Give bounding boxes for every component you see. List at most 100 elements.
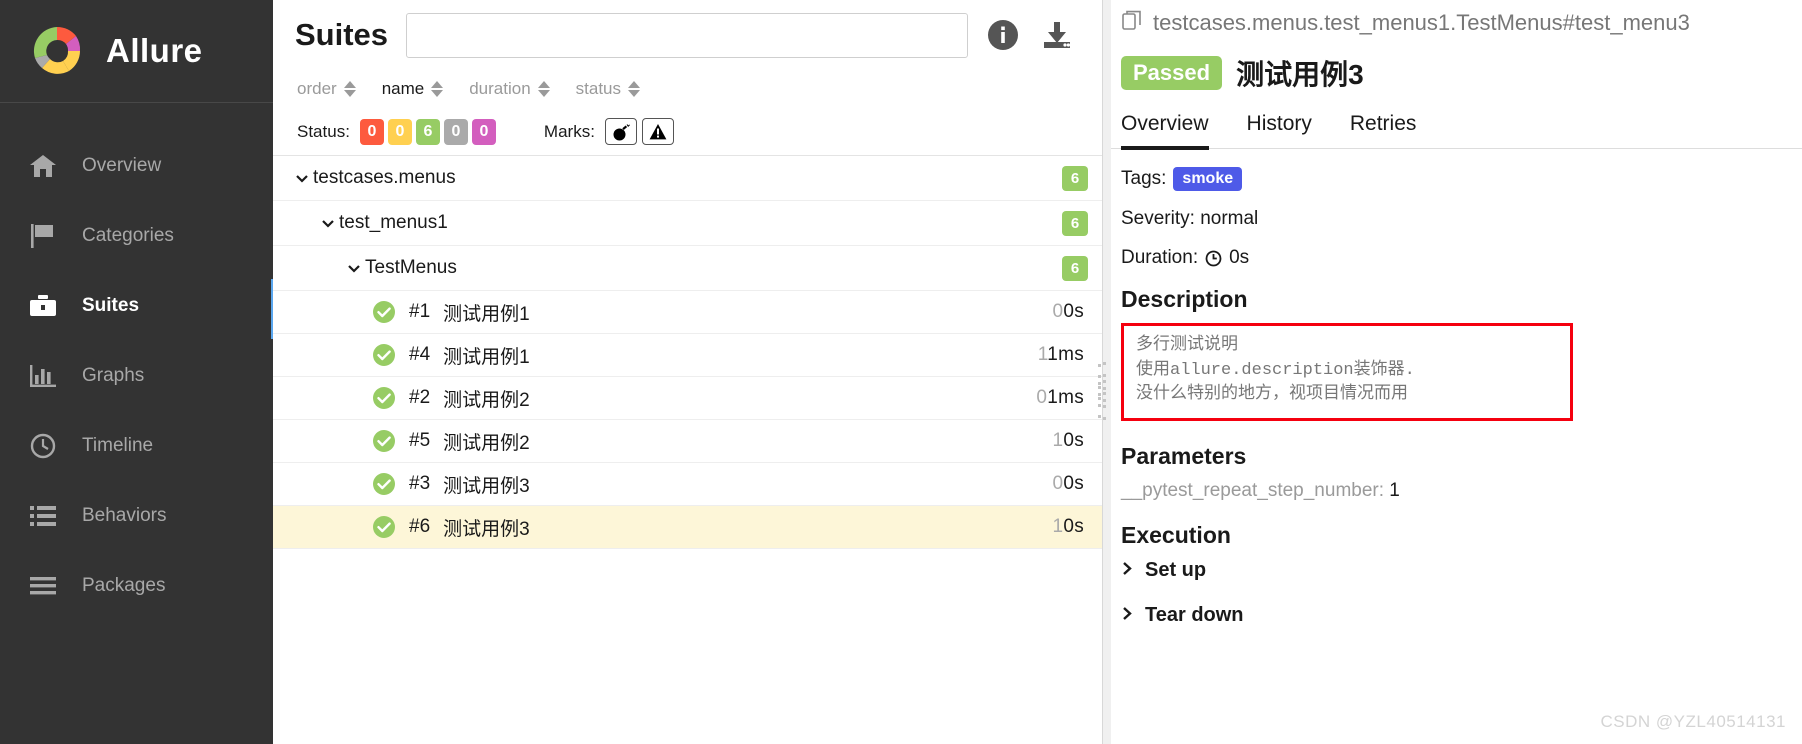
table-row[interactable]: #3 测试用例3 00s xyxy=(273,463,1102,506)
tag-smoke[interactable]: smoke xyxy=(1173,167,1243,191)
warning-triangle-icon[interactable] xyxy=(641,118,674,145)
sort-order[interactable]: order xyxy=(297,79,356,99)
case-name: 测试用例1 xyxy=(443,303,530,325)
tree-group-count: 6 xyxy=(1062,255,1088,281)
flaky-bomb-icon[interactable] xyxy=(604,118,637,145)
execution-item-teardown[interactable]: Tear down xyxy=(1121,604,1784,627)
case-duration: 11ms xyxy=(1037,344,1084,365)
case-number: #1 xyxy=(409,301,431,322)
page-title: Suites xyxy=(295,17,389,52)
table-row[interactable]: #5 测试用例2 10s xyxy=(273,420,1102,463)
detail-tabs: Overview History Retries xyxy=(1103,112,1802,150)
sidebar-item-label: Suites xyxy=(82,295,140,316)
sidebar: Allure Overview Categories Suites Graphs… xyxy=(0,0,277,744)
flag-icon xyxy=(28,221,58,251)
tags-row: Tags: smoke xyxy=(1121,167,1784,191)
status-badge-skipped[interactable]: 0 xyxy=(443,118,468,145)
status-badge-passed[interactable]: 6 xyxy=(415,118,440,145)
tree-group-testcases-menus[interactable]: testcases.menus 6 xyxy=(273,156,1102,201)
case-name: 测试用例3 xyxy=(443,518,530,540)
clock-icon xyxy=(28,431,58,461)
duration-label: Duration: xyxy=(1121,247,1199,268)
sidebar-item-timeline[interactable]: Timeline xyxy=(0,411,273,481)
table-row[interactable]: #6 测试用例3 10s xyxy=(273,506,1102,549)
sidebar-item-behaviors[interactable]: Behaviors xyxy=(0,481,273,551)
sidebar-item-suites[interactable]: Suites xyxy=(0,271,277,341)
test-detail-panel: testcases.menus.test_menus1.TestMenus#te… xyxy=(1103,0,1802,744)
parameter-value: 1 xyxy=(1389,479,1400,501)
sidebar-item-label: Timeline xyxy=(82,435,154,456)
detail-resize-handle[interactable] xyxy=(1103,350,1111,394)
chevron-down-icon xyxy=(291,171,313,185)
sidebar-item-overview[interactable]: Overview xyxy=(0,131,273,201)
list-icon xyxy=(28,501,58,531)
table-row[interactable]: #1 测试用例1 00s xyxy=(273,291,1102,334)
watermark: CSDN @YZL40514131 xyxy=(1600,712,1786,731)
table-row[interactable]: #2 测试用例2 01ms xyxy=(273,377,1102,420)
search-input[interactable] xyxy=(406,12,968,58)
tab-overview[interactable]: Overview xyxy=(1121,112,1209,150)
detail-body: Tags: smoke Severity: normal Duration: 0… xyxy=(1103,149,1802,649)
stack-icon xyxy=(28,571,58,601)
description-line: 没什么特别的地方，视项目情况而用 xyxy=(1136,385,1408,405)
test-title-row: Passed 测试用例3 xyxy=(1103,46,1802,100)
case-duration: 00s xyxy=(1052,301,1084,322)
tree-group-testmenus[interactable]: TestMenus 6 xyxy=(273,246,1102,291)
download-icon[interactable] xyxy=(1040,18,1074,52)
sort-status[interactable]: status xyxy=(575,79,641,99)
tree-group-test-menus1[interactable]: test_menus1 6 xyxy=(273,201,1102,246)
allure-report-app: Allure Overview Categories Suites Graphs… xyxy=(0,0,1802,744)
parameters-heading: Parameters xyxy=(1121,442,1247,469)
tab-retries[interactable]: Retries xyxy=(1350,112,1417,150)
sidebar-item-graphs[interactable]: Graphs xyxy=(0,341,273,411)
chevron-down-icon xyxy=(343,261,365,275)
table-row[interactable]: #4 测试用例1 11ms xyxy=(273,334,1102,377)
tree-group-label: test_menus1 xyxy=(339,212,448,233)
sidebar-item-packages[interactable]: Packages xyxy=(0,551,273,621)
home-icon xyxy=(28,151,58,181)
tab-history[interactable]: History xyxy=(1247,112,1312,150)
sort-label: duration xyxy=(469,79,531,98)
parameter-row: __pytest_repeat_step_number: 1 xyxy=(1121,480,1784,502)
test-full-path: testcases.menus.test_menus1.TestMenus#te… xyxy=(1153,10,1690,35)
chevron-down-icon xyxy=(317,216,339,230)
sidebar-item-label: Overview xyxy=(82,155,162,176)
execution-item-setup[interactable]: Set up xyxy=(1121,559,1784,582)
case-number: #2 xyxy=(409,387,431,408)
case-duration: 10s xyxy=(1052,430,1084,451)
case-name: 测试用例2 xyxy=(443,432,530,454)
status-badge-unknown[interactable]: 0 xyxy=(471,118,496,145)
sort-name[interactable]: name xyxy=(382,79,444,99)
status-badge-broken[interactable]: 0 xyxy=(387,118,412,145)
brand[interactable]: Allure xyxy=(0,0,273,103)
marks-filter-label: Marks: xyxy=(543,121,595,141)
sort-arrows-icon xyxy=(431,81,444,97)
sidebar-item-categories[interactable]: Categories xyxy=(0,201,273,271)
info-icon[interactable] xyxy=(986,18,1020,52)
execution-item-label: Set up xyxy=(1145,558,1207,581)
case-name: 测试用例1 xyxy=(443,346,530,368)
copy-icon[interactable] xyxy=(1121,9,1143,37)
sort-label: name xyxy=(381,79,425,98)
sort-label: order xyxy=(297,79,337,98)
description-line: 多行测试说明 xyxy=(1136,336,1238,355)
chevron-right-icon xyxy=(1121,604,1134,627)
status-passed-icon xyxy=(371,299,397,325)
sort-bar: order name duration status xyxy=(273,70,1102,108)
case-number: #4 xyxy=(409,344,431,365)
sort-duration[interactable]: duration xyxy=(469,79,550,99)
filter-bar: Status: 0 0 6 0 0 Marks: xyxy=(273,108,1102,156)
status-filter-badges: 0 0 6 0 0 xyxy=(359,118,496,145)
header-icon-group xyxy=(986,18,1080,52)
parameter-sep: : xyxy=(1378,479,1390,501)
case-name: 测试用例3 xyxy=(443,475,530,497)
clock-icon xyxy=(1205,250,1222,267)
tree-group-label: TestMenus xyxy=(365,257,457,278)
sort-label: status xyxy=(575,79,622,98)
case-number: #3 xyxy=(409,473,431,494)
status-badge-failed[interactable]: 0 xyxy=(359,118,384,145)
sidebar-item-label: Graphs xyxy=(82,365,145,386)
description-box: 多行测试说明 使用allure.description装饰器. 没什么特别的地方… xyxy=(1121,323,1573,421)
breadcrumb: testcases.menus.test_menus1.TestMenus#te… xyxy=(1103,0,1802,46)
case-duration: 00s xyxy=(1052,473,1084,494)
